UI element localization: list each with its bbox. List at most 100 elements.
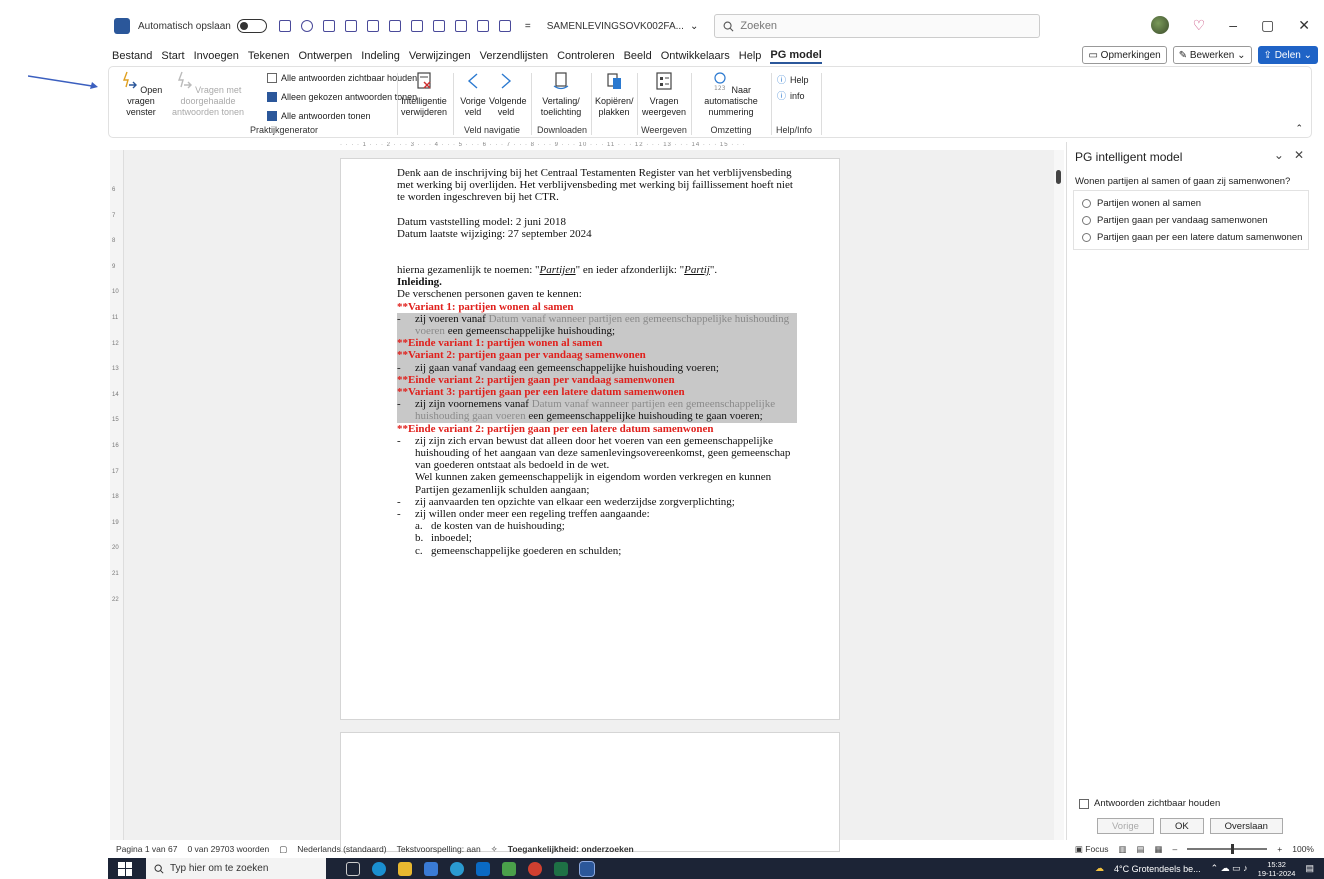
heading-inleiding[interactable]: Inleiding. [397,276,797,288]
sub-item-b[interactable]: b. inboedel; [397,532,797,544]
pane-controls[interactable]: ⌄ ✕ [1274,148,1304,162]
intro-paragraph[interactable]: Denk aan de inschrijving bij het Centraa… [397,167,797,204]
zoom-slider[interactable] [1187,844,1268,854]
tab-tekenen[interactable]: Tekenen [248,50,290,62]
store-icon[interactable] [424,861,438,876]
document-page-2[interactable] [340,732,840,852]
notifications-icon[interactable]: ▤ [1305,863,1314,874]
auto-numbering-button[interactable]: 123 Naar automatische nummering [695,71,767,118]
read-mode-icon[interactable]: ▥ [1118,844,1126,855]
scrollbar-thumb[interactable] [1056,170,1061,184]
chrome-icon[interactable] [528,861,542,876]
word-count[interactable]: 0 van 29703 woorden [187,844,269,854]
chevron-down-icon[interactable]: ⌄ [690,21,698,32]
accessibility-icon[interactable]: ✧ [491,844,498,855]
excel-icon[interactable] [554,861,568,876]
variant-2-end[interactable]: **Einde variant 2: partijen gaan per van… [397,373,797,387]
next-field-button[interactable]: Volgende veld [489,71,527,118]
copy-paste-button[interactable]: Kopiëren/ plakken [595,71,634,118]
taskbar-search[interactable]: Typ hier om te zoeken [146,858,326,879]
restore-icon[interactable]: ▢ [1261,17,1274,34]
outlook-icon[interactable] [476,861,490,876]
list-item[interactable]: - zij willen onder meer een regeling tref… [397,508,797,520]
tab-pg-model[interactable]: PG model [770,49,822,64]
refresh-icon[interactable] [300,20,313,32]
template-icon[interactable] [388,20,401,32]
variant-1-item[interactable]: - zij voeren vanaf Datum vanaf wanneer pa… [397,312,797,338]
variant-3-end[interactable]: **Einde variant 2: partijen gaan per een… [397,423,797,435]
page-icon[interactable] [410,20,423,32]
focus-button[interactable]: ▣ Focus [1075,844,1109,855]
lightbulb-icon[interactable]: ♡ [1193,17,1206,34]
close-icon[interactable]: ✕ [1294,148,1304,162]
list-item[interactable]: - zij aanvaarden ten opzichte van elkaar … [397,496,797,508]
save-icon[interactable] [278,20,291,32]
ok-button[interactable]: OK [1159,818,1204,834]
skip-button[interactable]: Overslaan [1209,818,1283,834]
option-from-today[interactable]: Partijen gaan per vandaag samenwonen [1082,215,1308,226]
notes-icon[interactable] [502,861,516,876]
list-item[interactable]: - zij zijn zich ervan bewust dat alleen d… [397,435,797,472]
text-predictions[interactable]: Tekstvoorspelling: aan [397,844,481,854]
comments-button[interactable]: ▭ Opmerkingen [1082,46,1167,64]
show-questions-button[interactable]: Vragen weergeven [641,71,687,118]
all-answers-button[interactable]: Alle antwoorden tonen [267,111,371,121]
tab-help[interactable]: Help [739,50,762,62]
vertical-ruler[interactable]: 6 7 8 9 10 11 12 13 14 15 16 17 18 19 20… [110,150,124,840]
avatar[interactable] [1150,16,1169,34]
previous-button[interactable]: Vorige [1097,818,1154,834]
variant-3-start[interactable]: **Variant 3: partijen gaan per een later… [397,386,797,399]
zoom-level[interactable]: 100% [1292,844,1314,854]
vertical-scrollbar[interactable] [1054,150,1064,840]
language[interactable]: Nederlands (standaard) [297,844,386,854]
minimize-icon[interactable]: – [1229,17,1237,33]
chevron-down-icon[interactable]: ⌄ [1274,148,1284,162]
print-layout-icon[interactable]: ▤ [1136,844,1144,855]
zoom-in-icon[interactable]: + [1277,844,1282,854]
search-box[interactable]: Zoeken [714,14,1041,38]
undo-icon[interactable] [344,20,357,32]
only-chosen-button[interactable]: Alleen gekozen antwoorden tonen [267,92,417,102]
comment-icon[interactable] [322,20,335,32]
page-count[interactable]: Pagina 1 van 67 [116,844,177,854]
sub-item-c[interactable]: c. gemeenschappelijke goederen en schulde… [397,545,797,557]
weather-icon[interactable]: ☁ [1095,863,1104,874]
info-button[interactable]: ⓘ info [777,89,805,102]
variant-2-start[interactable]: **Variant 2: partijen gaan per vandaag s… [397,349,797,362]
prev-field-button[interactable]: Vorige veld [459,71,487,118]
tab-verwijzingen[interactable]: Verwijzingen [409,50,471,62]
tab-start[interactable]: Start [161,50,184,62]
translation-button[interactable]: Vertaling/ toelichting [535,71,587,118]
keep-all-visible-checkbox[interactable]: Alle antwoorden zichtbaar houden [267,73,417,83]
tab-controleren[interactable]: Controleren [557,50,614,62]
image-icon[interactable] [432,20,445,32]
clock[interactable]: 15:32 19-11-2024 [1258,860,1296,878]
word-icon[interactable] [579,860,595,877]
web-layout-icon[interactable]: ▦ [1155,844,1163,855]
autosave-toggle[interactable] [236,19,267,33]
accessibility[interactable]: Toegankelijkheid: onderzoeken [508,844,634,854]
date-model[interactable]: Datum vaststelling model: 2 juni 2018 [397,216,797,228]
explorer-icon[interactable] [398,861,412,876]
tab-invoegen[interactable]: Invoegen [194,50,239,62]
qat-customize-icon[interactable]: = [525,21,531,32]
document-page[interactable]: Denk aan de inschrijving bij het Centraa… [340,158,840,720]
tab-ontwikkelaars[interactable]: Ontwikkelaars [661,50,730,62]
option-later-date[interactable]: Partijen gaan per een latere datum samen… [1082,232,1308,243]
document-body[interactable]: Denk aan de inschrijving bij het Centraa… [397,167,797,557]
document-canvas[interactable]: Denk aan de inschrijving bij het Centraa… [124,150,1054,852]
radio-button[interactable] [1082,215,1091,225]
known-paragraph[interactable]: De verschenen personen gaven te kennen: [397,288,797,300]
variant-1-end[interactable]: **Einde variant 1: partijen wonen al sam… [397,337,797,350]
forwarded-answers-button[interactable]: Vragen met doorgehaalde antwoorden tonen [167,71,249,118]
variant-3-item[interactable]: - zij zijn voornemens vanaf Datum vanaf w… [397,398,797,423]
share-button[interactable]: ⇪ Delen ⌄ [1257,46,1318,64]
zoom-out-icon[interactable]: – [1173,844,1178,854]
date-changed[interactable]: Datum laatste wijziging: 27 september 20… [397,228,797,240]
tab-indeling[interactable]: Indeling [361,50,400,62]
print-icon[interactable] [498,20,511,32]
app-icon[interactable] [450,861,464,876]
keep-visible-checkbox[interactable]: Antwoorden zichtbaar houden [1079,798,1220,809]
edit-button[interactable]: ✎ Bewerken ⌄ [1172,46,1252,64]
edge-icon[interactable] [372,861,386,876]
